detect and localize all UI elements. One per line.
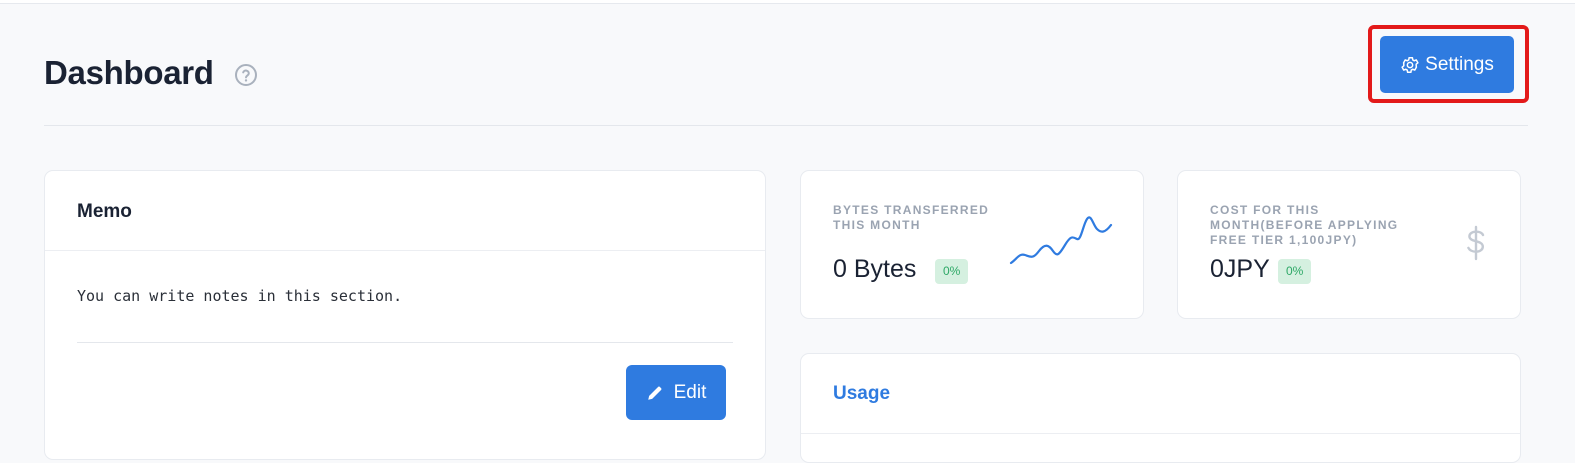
monthly-cost-card: COST FOR THIS MONTH(BEFORE APPLYING FREE…: [1177, 170, 1521, 319]
page-title: Dashboard: [44, 54, 214, 91]
usage-link[interactable]: Usage: [833, 383, 890, 404]
dollar-icon: [1467, 225, 1485, 261]
memo-divider: [77, 342, 733, 343]
bytes-transferred-value: 0 Bytes: [833, 255, 917, 283]
cost-change-badge: 0%: [1278, 259, 1312, 284]
usage-card: Usage: [800, 353, 1521, 463]
memo-title: Memo: [45, 171, 765, 251]
settings-button-label: Settings: [1425, 53, 1494, 75]
bytes-transferred-card: BYTES TRANSFERRED THIS MONTH 0 Bytes 0%: [800, 170, 1144, 319]
usage-header: Usage: [801, 354, 1520, 434]
settings-button[interactable]: Settings: [1380, 36, 1514, 93]
question-circle-icon[interactable]: [234, 63, 258, 87]
pencil-icon: [647, 386, 661, 400]
memo-body: You can write notes in this section.: [77, 287, 403, 305]
bytes-change-badge: 0%: [935, 259, 969, 284]
gear-icon: [1401, 56, 1419, 73]
sparkline-chart-icon: [1009, 216, 1113, 265]
monthly-cost-label: COST FOR THIS MONTH(BEFORE APPLYING FREE…: [1210, 203, 1399, 247]
bytes-transferred-label: BYTES TRANSFERRED THIS MONTH: [833, 203, 990, 232]
top-bar: [0, 0, 1575, 4]
monthly-cost-value: 0JPY: [1210, 255, 1270, 283]
edit-memo-button[interactable]: Edit: [626, 365, 726, 420]
edit-button-label: Edit: [673, 381, 707, 403]
memo-card: Memo You can write notes in this section…: [44, 170, 766, 460]
page-header: Dashboard: [44, 40, 1528, 126]
